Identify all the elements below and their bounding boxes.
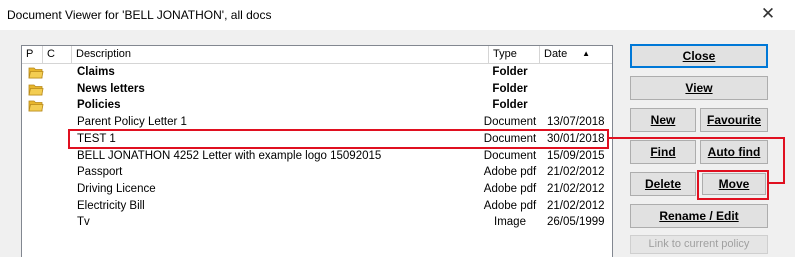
row-date: 21/02/2012 bbox=[547, 182, 605, 195]
document-row[interactable]: BELL JONATHON 4252 Letter with example l… bbox=[22, 148, 612, 165]
row-date: 13/07/2018 bbox=[547, 116, 605, 129]
window-title: Document Viewer for 'BELL JONATHON', all… bbox=[7, 8, 272, 22]
view-button[interactable]: View bbox=[630, 76, 768, 100]
row-date: 15/09/2015 bbox=[547, 149, 605, 162]
row-date: 21/02/2012 bbox=[547, 199, 605, 212]
row-type: Folder bbox=[492, 82, 528, 95]
row-description: Parent Policy Letter 1 bbox=[77, 116, 187, 129]
row-type: Folder bbox=[492, 66, 528, 78]
row-type: Document bbox=[483, 149, 537, 162]
row-date bbox=[547, 81, 611, 98]
document-row[interactable]: Tv Image 26/05/1999 bbox=[22, 214, 612, 231]
row-description: Electricity Bill bbox=[77, 199, 145, 212]
row-description: Driving Licence bbox=[77, 182, 156, 195]
row-description: TEST 1 bbox=[77, 132, 116, 145]
row-type: Adobe pdf bbox=[483, 182, 537, 195]
folder-row[interactable]: Claims Folder bbox=[22, 64, 612, 81]
column-header-type[interactable]: Type bbox=[489, 46, 540, 63]
auto-find-button[interactable]: Auto find bbox=[700, 140, 768, 164]
close-icon[interactable]: ✕ bbox=[759, 5, 777, 23]
row-date: 30/01/2018 bbox=[547, 132, 605, 145]
column-header-description[interactable]: Description bbox=[72, 46, 489, 63]
row-type: Document bbox=[483, 132, 537, 145]
document-list[interactable]: P C Description Type Date ▲ Claims Folder… bbox=[21, 45, 613, 257]
delete-button[interactable]: Delete bbox=[630, 172, 696, 196]
row-type: Folder bbox=[492, 99, 528, 112]
column-header-date-label: Date bbox=[544, 48, 568, 60]
row-type: Document bbox=[483, 116, 537, 129]
sort-ascending-icon: ▲ bbox=[582, 49, 590, 58]
row-description: Tv bbox=[77, 216, 90, 229]
folder-row[interactable]: News letters Folder bbox=[22, 81, 612, 98]
row-description: BELL JONATHON 4252 Letter with example l… bbox=[77, 149, 382, 162]
annotation-connector-bottom bbox=[769, 182, 785, 184]
document-row[interactable]: TEST 1 Document 30/01/2018 bbox=[22, 131, 612, 148]
document-row[interactable]: Passport Adobe pdf 21/02/2012 bbox=[22, 164, 612, 181]
row-type: Adobe pdf bbox=[483, 199, 537, 212]
row-description: News letters bbox=[77, 82, 145, 95]
rename-edit-button[interactable]: Rename / Edit bbox=[630, 204, 768, 228]
row-description: Policies bbox=[77, 99, 121, 112]
row-description: Passport bbox=[77, 166, 123, 179]
row-type: Adobe pdf bbox=[483, 166, 537, 179]
column-header-c[interactable]: C bbox=[43, 46, 72, 63]
row-date bbox=[547, 97, 611, 114]
row-date: 26/05/1999 bbox=[547, 216, 605, 229]
favourite-button[interactable]: Favourite bbox=[700, 108, 768, 132]
folder-icon bbox=[28, 84, 44, 96]
move-button[interactable]: Move bbox=[702, 173, 766, 195]
dialog-body: P C Description Type Date ▲ Claims Folder… bbox=[0, 30, 795, 257]
close-button[interactable]: Close bbox=[630, 44, 768, 68]
column-header-date[interactable]: Date ▲ bbox=[540, 46, 612, 63]
row-date: 21/02/2012 bbox=[547, 166, 605, 179]
link-to-current-policy-button[interactable]: Link to current policy bbox=[630, 235, 768, 254]
find-button[interactable]: Find bbox=[630, 140, 696, 164]
row-type: Image bbox=[494, 216, 526, 229]
document-row[interactable]: Driving Licence Adobe pdf 21/02/2012 bbox=[22, 181, 612, 198]
row-description: Claims bbox=[77, 66, 115, 78]
document-row[interactable]: Electricity Bill Adobe pdf 21/02/2012 bbox=[22, 198, 612, 215]
new-button[interactable]: New bbox=[630, 108, 696, 132]
annotation-connector-right bbox=[783, 137, 785, 184]
folder-icon bbox=[28, 67, 44, 79]
title-bar: Document Viewer for 'BELL JONATHON', all… bbox=[0, 0, 795, 30]
document-row[interactable]: Parent Policy Letter 1 Document 13/07/2018 bbox=[22, 114, 612, 131]
column-header-p[interactable]: P bbox=[22, 46, 43, 63]
folder-row[interactable]: Policies Folder bbox=[22, 97, 612, 114]
annotation-connector-top bbox=[609, 137, 785, 139]
row-date bbox=[547, 64, 611, 81]
folder-icon bbox=[28, 100, 44, 112]
list-header: P C Description Type Date ▲ bbox=[22, 46, 612, 64]
